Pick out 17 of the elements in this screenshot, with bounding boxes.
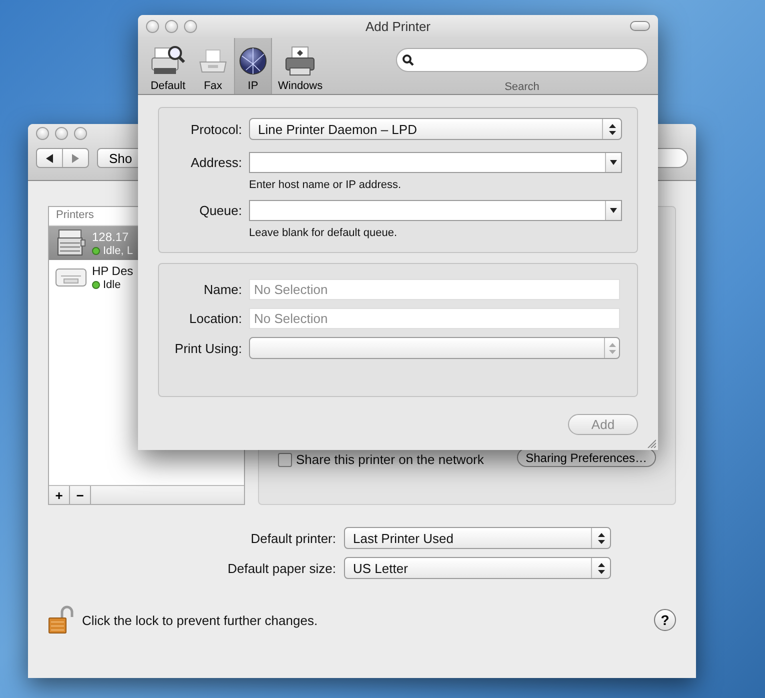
- printer-status: Idle, L: [103, 245, 133, 257]
- lock-text: Click the lock to prevent further changes.: [82, 612, 318, 628]
- hint-text: Enter host name or IP address.: [249, 179, 402, 191]
- printer-name: HP Des: [92, 263, 134, 279]
- field-label: Name:: [202, 282, 242, 297]
- field-label: Address:: [190, 155, 242, 170]
- search-label: Search: [504, 81, 540, 93]
- field-label: Location:: [188, 311, 242, 326]
- field-label: Protocol:: [190, 122, 242, 136]
- checkbox-label: Share this printer on the network: [296, 452, 484, 467]
- field-label: Default paper size:: [226, 560, 336, 576]
- hint-text: Leave blank for default queue.: [249, 227, 398, 239]
- printer-name: 128.17: [92, 229, 130, 245]
- field-label: Print Using:: [174, 340, 242, 356]
- window-title: Add Printer: [365, 19, 431, 34]
- printer-status: Idle: [103, 279, 121, 291]
- field-label: Default printer:: [250, 530, 336, 546]
